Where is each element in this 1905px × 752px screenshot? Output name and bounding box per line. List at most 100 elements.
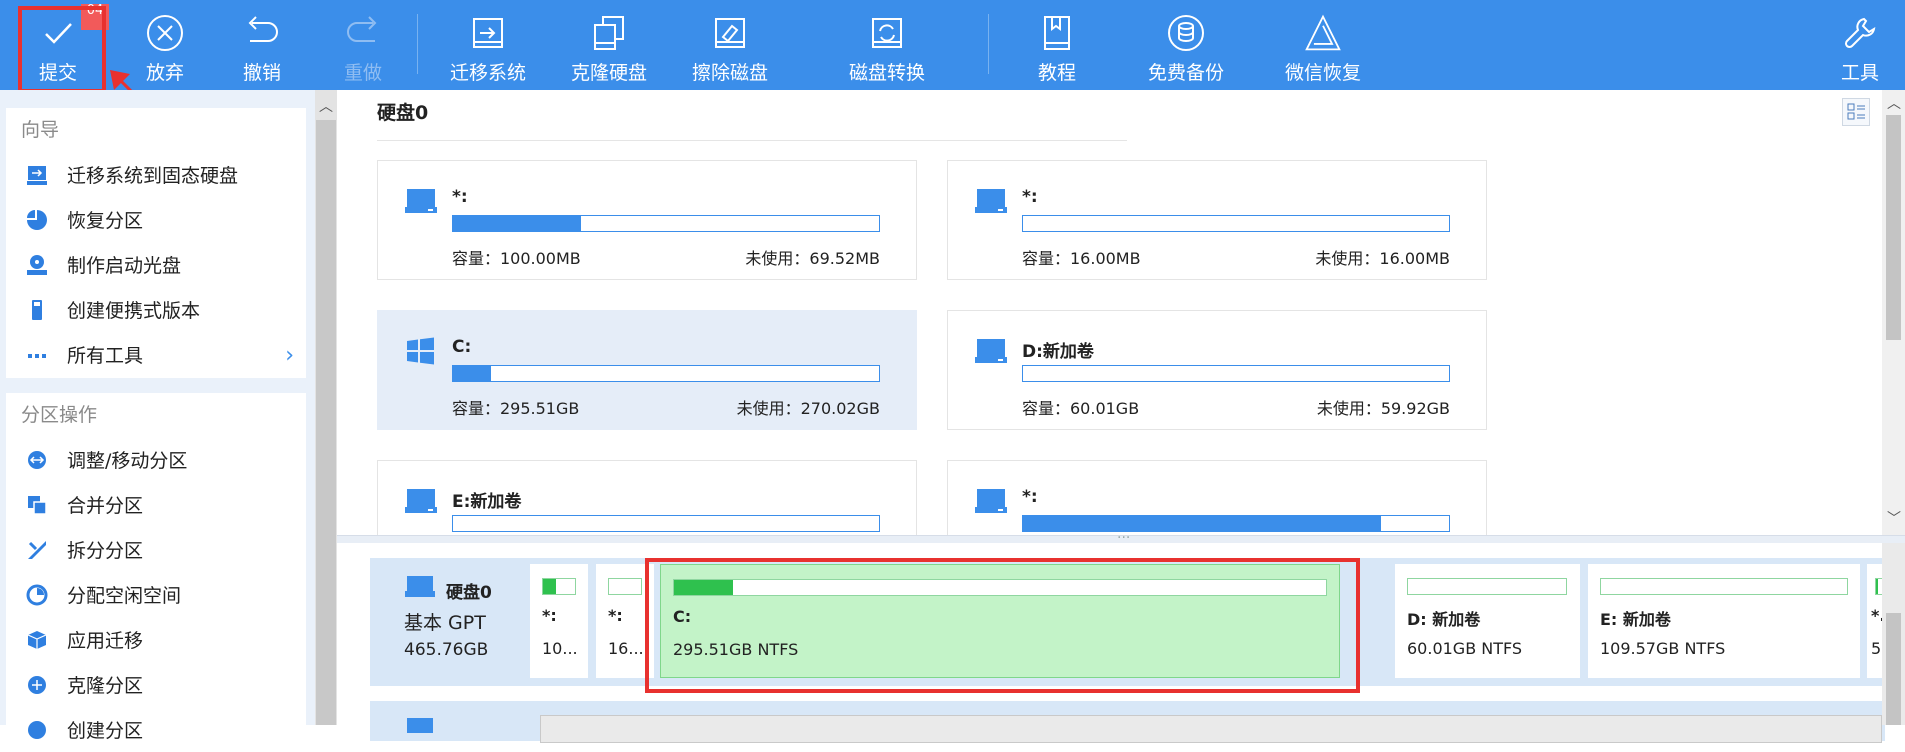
tutorial-label: 教程: [1037, 62, 1076, 84]
backup-icon: [1166, 13, 1206, 53]
convert-disk-label: 磁盘转换: [849, 62, 926, 84]
diskmap-scrollbar[interactable]: [1882, 543, 1905, 725]
sidebar-item-portable-version[interactable]: 创建便携式版本: [6, 287, 306, 332]
redo-icon: [343, 13, 383, 53]
diskmap-partition[interactable]: E: 新加卷 109.57GB NTFS: [1588, 564, 1860, 678]
drive-icon: [974, 487, 1008, 515]
sidebar-item-label: 创建分区: [67, 720, 144, 742]
usage-fill: [1876, 579, 1879, 594]
sidebar-item-recover-partition[interactable]: 恢复分区: [6, 197, 306, 242]
sidebar-item-all-tools[interactable]: 所有工具 ›: [6, 332, 306, 377]
migrate-os-button[interactable]: 迁移系统: [450, 0, 526, 90]
main-scrollbar[interactable]: ︿ ﹀: [1882, 90, 1905, 535]
wipe-disk-button[interactable]: 擦除磁盘: [692, 0, 768, 90]
chevron-right-icon: ›: [285, 343, 294, 368]
wechat-recovery-label: 微信恢复: [1285, 62, 1362, 84]
diskmap-partition[interactable]: D: 新加卷 60.01GB NTFS: [1395, 564, 1580, 678]
tutorial-button[interactable]: 教程: [1032, 0, 1082, 90]
sidebar-item-resize-move[interactable]: 调整/移动分区: [6, 437, 306, 482]
usage-bar: [452, 515, 880, 532]
view-toggle-icon[interactable]: [1842, 98, 1870, 126]
disk-title: 硬盘0: [377, 102, 429, 124]
partition-name: C:: [452, 337, 472, 357]
partition-card[interactable]: *: 容量：16.00MB 未使用：16.00MB: [947, 160, 1487, 280]
toolbar-divider: [988, 14, 989, 74]
partition-name: E: 新加卷: [1600, 610, 1671, 629]
wipe-disk-label: 擦除磁盘: [692, 62, 769, 84]
undo-icon: [242, 13, 282, 53]
partition-ops-title: 分区操作: [21, 404, 98, 426]
sidebar-item-allocate-space[interactable]: 分配空闲空间: [6, 572, 306, 617]
partition-list: 硬盘0 *: 容量：100.00MB 未使用：69.52MB *: 容量：16.…: [337, 90, 1882, 535]
recover-partition-icon: [25, 208, 49, 232]
partition-name: *:: [1022, 187, 1038, 207]
wechat-recovery-icon: [1303, 13, 1343, 53]
boot-disc-icon: [25, 253, 49, 277]
partition-card-selected[interactable]: C: 容量：295.51GB 未使用：270.02GB: [377, 310, 917, 430]
scrollbar-thumb[interactable]: [316, 120, 336, 725]
partition-card[interactable]: *: 容量：100.00MB 未使用：69.52MB: [377, 160, 917, 280]
clone-disk-button[interactable]: 克隆硬盘: [571, 0, 647, 90]
sidebar-scrollbar[interactable]: ︿: [315, 90, 337, 725]
partition-name: *:: [1022, 487, 1038, 507]
sidebar-item-label: 克隆分区: [67, 675, 144, 697]
sidebar-item-split-partition[interactable]: 拆分分区: [6, 527, 306, 572]
tools-label: 工具: [1840, 62, 1879, 84]
wechat-recovery-button[interactable]: 微信恢复: [1285, 0, 1361, 90]
toolbar: 提交 04 放弃 撤销 重做 迁移系统 克隆硬盘 擦除磁盘 磁盘转换 教程 免费…: [0, 0, 1905, 93]
usage-fill: [543, 579, 556, 594]
unused-text: 未使用：59.92GB: [1316, 399, 1450, 418]
sidebar-item-migrate-ssd[interactable]: 迁移系统到固态硬盘: [6, 152, 306, 197]
convert-disk-button[interactable]: 磁盘转换: [849, 0, 925, 90]
partition-info: 16...: [608, 639, 644, 658]
highlight-box: [18, 6, 106, 93]
disk-type: 基本 GPT: [404, 612, 486, 634]
wipe-disk-icon: [710, 13, 750, 53]
sidebar-item-label: 恢复分区: [67, 210, 144, 232]
convert-disk-icon: [867, 13, 907, 53]
clone-disk-label: 克隆硬盘: [571, 62, 648, 84]
migrate-os-label: 迁移系统: [450, 62, 527, 84]
sidebar-item-clone-partition[interactable]: 克隆分区: [6, 662, 306, 707]
drive-icon: [974, 337, 1008, 365]
guide-panel: 向导 迁移系统到固态硬盘 恢复分区 制作启动光盘 创建便携式版本 所有工具 ›: [6, 108, 306, 378]
sidebar-item-merge-partition[interactable]: 合并分区: [6, 482, 306, 527]
partition-card[interactable]: *:: [947, 460, 1487, 535]
usage-bar: [1600, 578, 1848, 595]
drive-icon: [404, 717, 436, 745]
sidebar-item-label: 分配空闲空间: [67, 585, 182, 607]
migrate-ssd-icon: [25, 163, 49, 187]
undo-label: 撤销: [242, 62, 281, 84]
capacity-text: 容量：100.00MB: [452, 249, 581, 268]
split-partition-icon: [25, 538, 49, 562]
partition-card[interactable]: E:新加卷: [377, 460, 917, 535]
portable-version-icon: [25, 298, 49, 322]
sidebar-item-boot-disc[interactable]: 制作启动光盘: [6, 242, 306, 287]
scrollbar-thumb[interactable]: [1886, 115, 1901, 340]
tutorial-icon: [1037, 13, 1077, 53]
tools-button[interactable]: 工具: [1840, 0, 1880, 90]
scrollbar-thumb[interactable]: [1886, 613, 1901, 725]
disk-map-row[interactable]: [370, 701, 1885, 743]
windows-icon: [404, 337, 438, 365]
allocate-space-icon: [25, 583, 49, 607]
scroll-up-icon[interactable]: ︿: [319, 96, 333, 116]
diskmap-partition[interactable]: [540, 715, 1882, 743]
divider: [377, 140, 1127, 141]
sidebar-item-app-migrate[interactable]: 应用迁移: [6, 617, 306, 662]
scroll-down-icon[interactable]: ﹀: [1887, 508, 1901, 528]
drive-icon: [404, 575, 436, 599]
disk-name: 硬盘0: [446, 583, 492, 603]
redo-button[interactable]: 重做: [338, 0, 388, 90]
diskmap-partition[interactable]: *: 10...: [530, 564, 588, 678]
free-backup-button[interactable]: 免费备份: [1148, 0, 1224, 90]
usage-bar: [1407, 578, 1567, 595]
undo-button[interactable]: 撤销: [237, 0, 287, 90]
clone-partition-icon: [25, 673, 49, 697]
sidebar-item-create-partition[interactable]: 创建分区: [6, 707, 306, 752]
disk-size: 465.76GB: [404, 640, 489, 660]
partition-card[interactable]: D:新加卷 容量：60.01GB 未使用：59.92GB: [947, 310, 1487, 430]
scroll-up-icon[interactable]: ︿: [1887, 93, 1901, 113]
free-backup-label: 免费备份: [1148, 62, 1225, 84]
unused-text: 未使用：69.52MB: [745, 249, 880, 268]
